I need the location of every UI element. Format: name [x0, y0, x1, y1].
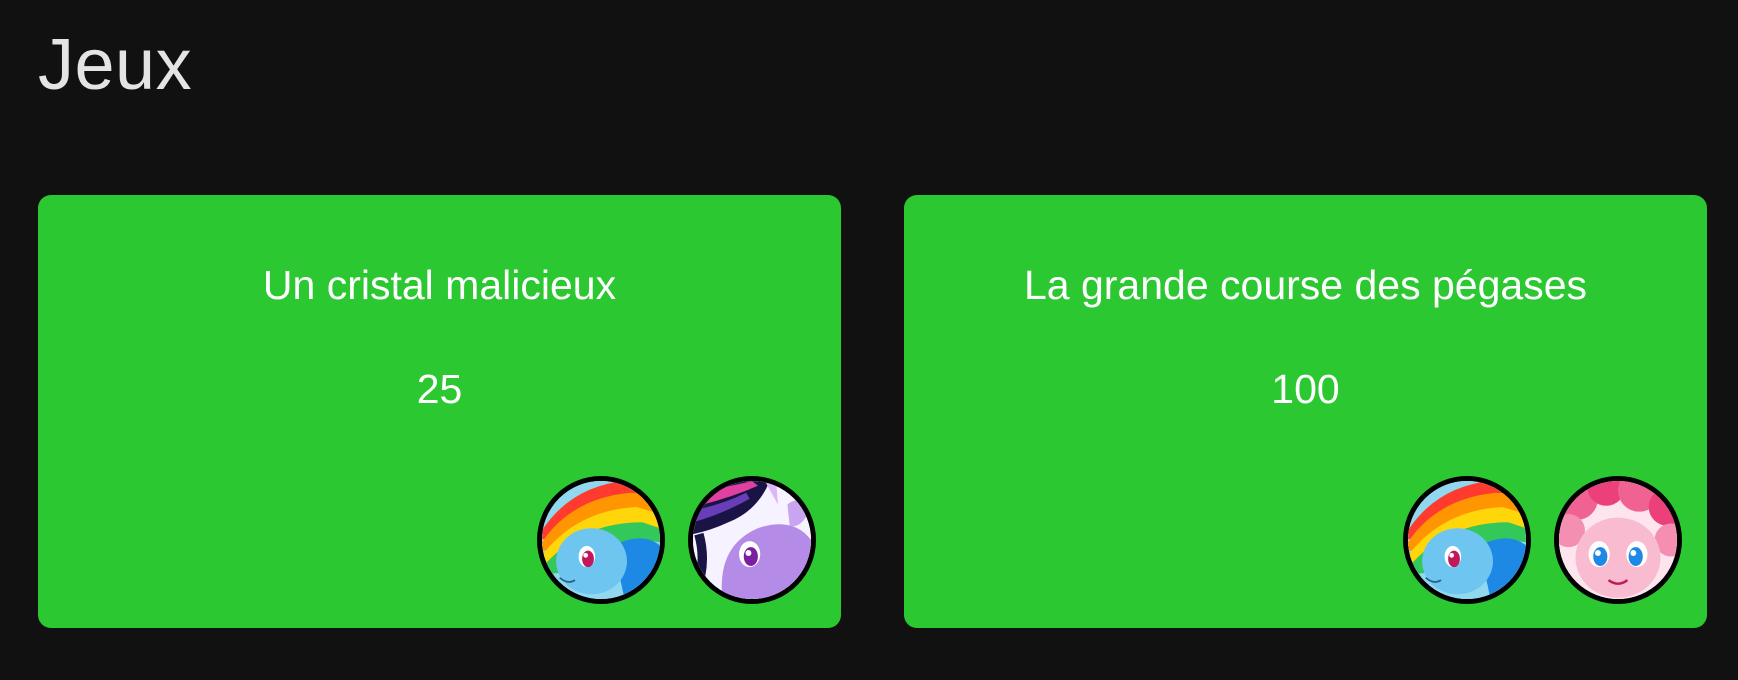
purple-unicorn-avatar	[688, 476, 816, 604]
pink-pony-icon	[1559, 481, 1677, 599]
rainbow-pony-icon	[542, 481, 660, 599]
rainbow-pony-icon	[1408, 481, 1526, 599]
rainbow-pony-avatar	[537, 476, 665, 604]
purple-unicorn-icon	[693, 481, 811, 599]
game-title: Un cristal malicieux	[262, 262, 617, 308]
player-avatars	[537, 476, 816, 604]
pink-pony-avatar	[1554, 476, 1682, 604]
game-score: 25	[416, 366, 463, 412]
game-title: La grande course des pégases	[1023, 262, 1587, 308]
games-list: Un cristal malicieux 25 La grande course…	[38, 195, 1707, 628]
page-title: Jeux	[38, 25, 193, 105]
player-avatars	[1403, 476, 1682, 604]
game-score: 100	[1271, 366, 1340, 412]
game-card[interactable]: Un cristal malicieux 25	[38, 195, 841, 628]
game-card[interactable]: La grande course des pégases 100	[904, 195, 1707, 628]
rainbow-pony-avatar	[1403, 476, 1531, 604]
